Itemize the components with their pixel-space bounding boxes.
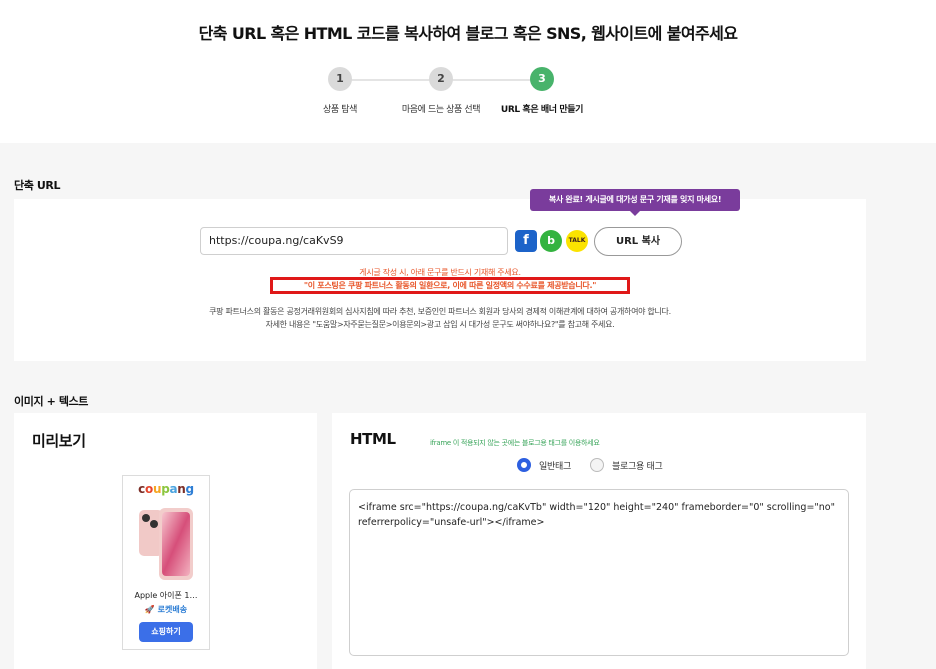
shop-button[interactable]: 쇼핑하기 bbox=[139, 622, 193, 642]
stepper-connector-1 bbox=[350, 79, 430, 81]
logo-letter: u bbox=[152, 482, 162, 496]
partners-info-line1: 쿠팡 파트너스의 활동은 공정거래위원회의 심사지침에 따라 추천, 보증인인 … bbox=[209, 307, 671, 316]
logo-letter: o bbox=[144, 482, 153, 496]
disclosure-highlight-box bbox=[270, 277, 630, 294]
html-title: HTML bbox=[350, 430, 396, 448]
step-1-circle[interactable]: 1 bbox=[328, 67, 352, 91]
page-title: 단축 URL 혹은 HTML 코드를 복사하여 블로그 혹은 SNS, 웹사이트… bbox=[198, 24, 738, 43]
rocket-delivery-badge: 🚀 로켓배송 bbox=[144, 605, 188, 614]
radio-blog-label[interactable]: 블로그용 태그 bbox=[612, 459, 663, 472]
short-url-field[interactable]: https://coupa.ng/caKvS9 bbox=[200, 227, 508, 255]
product-image bbox=[139, 508, 193, 580]
logo-letter: n bbox=[177, 482, 186, 496]
logo-letter: g bbox=[185, 482, 195, 496]
product-banner[interactable]: coupang Apple 아이폰 1… 🚀 로켓배송 쇼핑하기 bbox=[122, 475, 210, 650]
product-name: Apple 아이폰 1… bbox=[134, 591, 198, 600]
short-url-section-title: 단축 URL bbox=[14, 179, 61, 192]
partners-info-line2: 자세한 내용은 "도움말>자주묻는질문>이용문의>광고 삽입 시 대가성 문구도… bbox=[265, 320, 615, 329]
step-2-label: 마음에 드는 상품 선택 bbox=[401, 105, 481, 115]
step-2-circle[interactable]: 2 bbox=[429, 67, 453, 91]
coupang-logo: coupang bbox=[123, 482, 209, 496]
radio-general-tag[interactable] bbox=[517, 458, 531, 472]
logo-letter: c bbox=[138, 482, 145, 496]
image-text-section-title: 이미지 + 텍스트 bbox=[14, 395, 88, 408]
blog-icon[interactable]: b bbox=[540, 230, 562, 252]
radio-blog-tag[interactable] bbox=[590, 458, 604, 472]
html-hint: iframe 이 적용되지 않는 곳에는 블로그용 태그를 이용하세요 bbox=[430, 439, 600, 447]
step-1-label: 상품 탐색 bbox=[323, 105, 357, 115]
kakaotalk-icon[interactable]: TALK bbox=[566, 230, 588, 252]
step-3-circle[interactable]: 3 bbox=[530, 67, 554, 91]
facebook-icon[interactable]: f bbox=[515, 230, 537, 252]
stepper-connector-2 bbox=[452, 79, 532, 81]
copy-complete-tooltip: 복사 완료! 게시글에 대가성 문구 기재를 잊지 마세요! bbox=[530, 189, 740, 216]
step-3-label: URL 혹은 배너 만들기 bbox=[500, 105, 584, 115]
url-copy-button[interactable]: URL 복사 bbox=[594, 227, 682, 256]
top-header: 단축 URL 혹은 HTML 코드를 복사하여 블로그 혹은 SNS, 웹사이트… bbox=[0, 0, 936, 143]
html-code-textarea[interactable]: <iframe src="https://coupa.ng/caKvTb" wi… bbox=[349, 489, 849, 656]
preview-title: 미리보기 bbox=[32, 432, 86, 450]
radio-general-label[interactable]: 일반태그 bbox=[539, 459, 571, 472]
